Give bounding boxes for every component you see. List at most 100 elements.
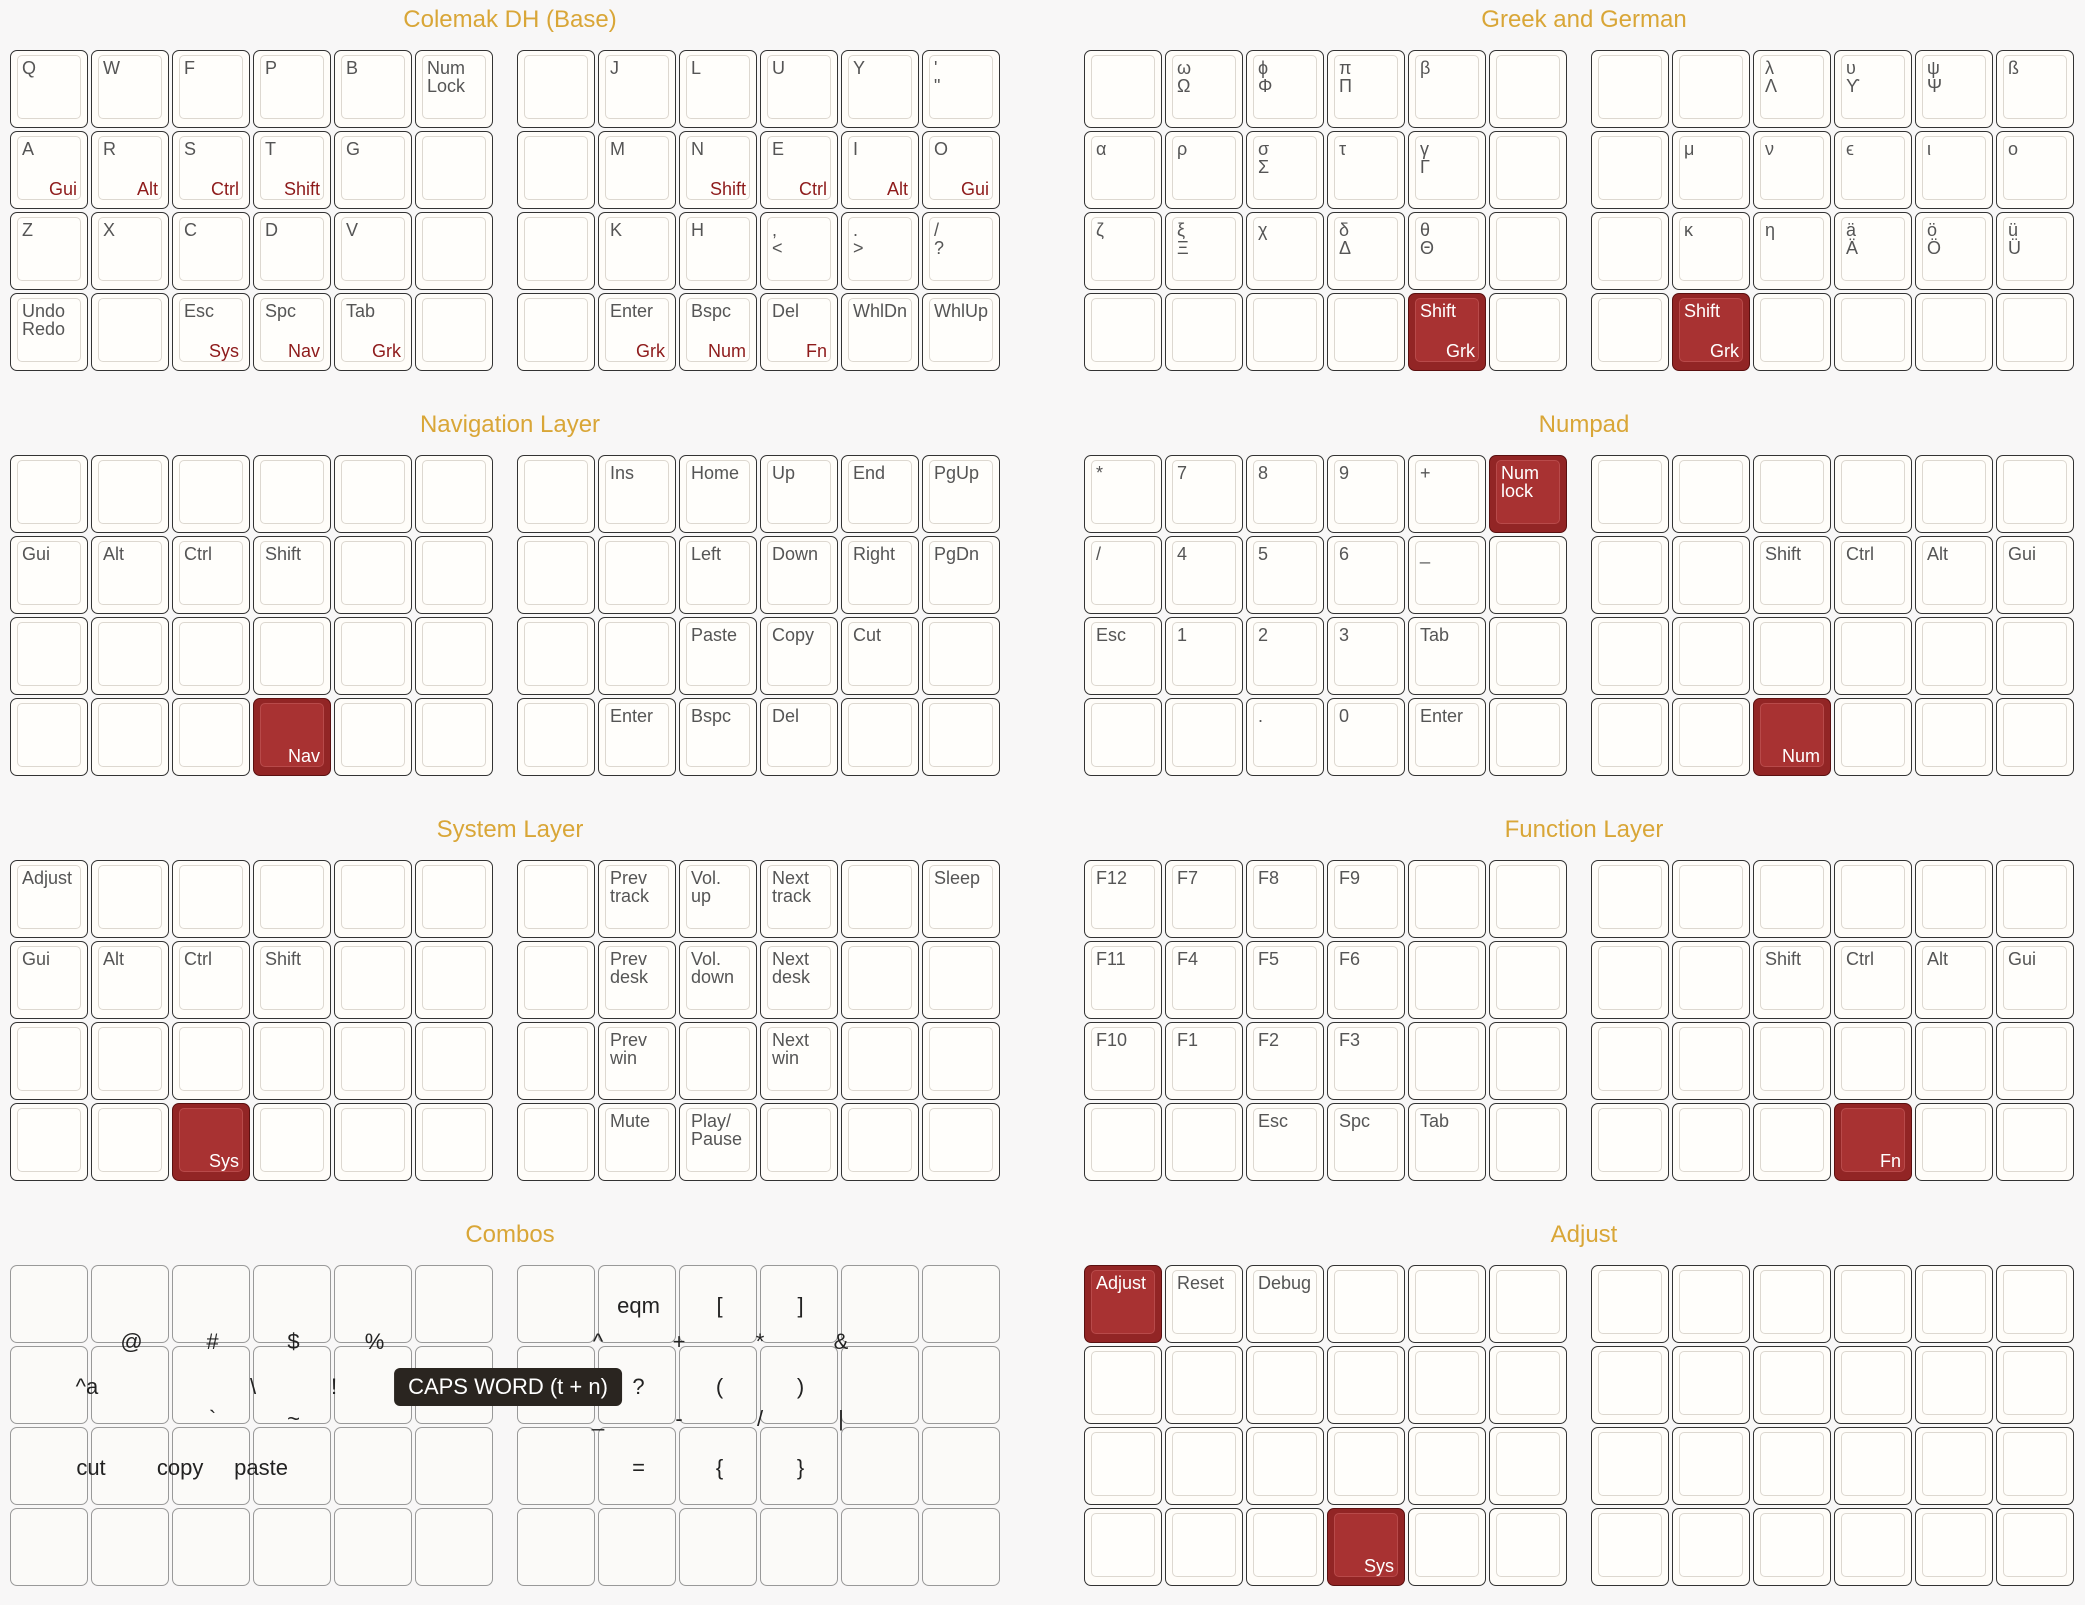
key[interactable]: Sleep (922, 860, 1000, 938)
key[interactable] (1591, 617, 1669, 695)
key[interactable]: , < (760, 212, 838, 290)
key[interactable]: ü Ü (1996, 212, 2074, 290)
key[interactable] (10, 1022, 88, 1100)
key[interactable]: W (91, 50, 169, 128)
key[interactable] (1672, 941, 1750, 1019)
key[interactable] (679, 1022, 757, 1100)
key[interactable] (1591, 1346, 1669, 1424)
key[interactable]: Gui (1996, 536, 2074, 614)
key[interactable]: Alt (91, 536, 169, 614)
key[interactable] (1246, 1508, 1324, 1586)
key[interactable] (1489, 1265, 1567, 1343)
key[interactable]: Mute (598, 1103, 676, 1181)
key[interactable]: 6 (1327, 536, 1405, 614)
key[interactable]: Ctrl (1834, 536, 1912, 614)
key[interactable]: ω Ω (1165, 50, 1243, 128)
key[interactable]: δ Δ (1327, 212, 1405, 290)
key[interactable]: μ (1672, 131, 1750, 209)
key[interactable] (1753, 1427, 1831, 1505)
key[interactable]: Enter (1408, 698, 1486, 776)
key[interactable]: Num lock (1489, 455, 1567, 533)
key[interactable]: F7 (1165, 860, 1243, 938)
key[interactable] (1084, 293, 1162, 371)
key[interactable] (1408, 1265, 1486, 1343)
key[interactable] (1672, 1427, 1750, 1505)
key[interactable]: 0 (1327, 698, 1405, 776)
key[interactable]: ν (1753, 131, 1831, 209)
key[interactable]: _ (1408, 536, 1486, 614)
key[interactable]: Nav (253, 698, 331, 776)
key[interactable]: Fn (1834, 1103, 1912, 1181)
key[interactable]: Alt (1915, 941, 1993, 1019)
key[interactable] (1915, 1508, 1993, 1586)
key[interactable] (415, 1103, 493, 1181)
key[interactable]: Ctrl (1834, 941, 1912, 1019)
key[interactable] (415, 698, 493, 776)
key[interactable] (1672, 455, 1750, 533)
key[interactable]: F10 (1084, 1022, 1162, 1100)
key[interactable] (334, 698, 412, 776)
key[interactable]: ξ Ξ (1165, 212, 1243, 290)
key[interactable]: Esc (1084, 617, 1162, 695)
key[interactable] (841, 1103, 919, 1181)
key[interactable] (760, 1103, 838, 1181)
key[interactable]: F1 (1165, 1022, 1243, 1100)
key[interactable] (334, 455, 412, 533)
key[interactable]: Alt (91, 941, 169, 1019)
key[interactable]: Right (841, 536, 919, 614)
key[interactable] (517, 1103, 595, 1181)
key[interactable]: Del Fn (760, 293, 838, 371)
key[interactable] (172, 698, 250, 776)
key[interactable]: End (841, 455, 919, 533)
key[interactable] (517, 941, 595, 1019)
key[interactable]: T Shift (253, 131, 331, 209)
key[interactable] (1996, 617, 2074, 695)
key[interactable] (1672, 536, 1750, 614)
key[interactable]: F (172, 50, 250, 128)
key[interactable] (415, 1022, 493, 1100)
key[interactable] (415, 212, 493, 290)
key[interactable] (10, 455, 88, 533)
key[interactable] (1672, 860, 1750, 938)
key[interactable]: WhlUp (922, 293, 1000, 371)
key[interactable]: Paste (679, 617, 757, 695)
key[interactable] (922, 1022, 1000, 1100)
key[interactable] (598, 617, 676, 695)
key[interactable] (91, 455, 169, 533)
key[interactable] (517, 860, 595, 938)
key[interactable] (415, 536, 493, 614)
key[interactable] (1753, 1022, 1831, 1100)
key[interactable] (1591, 1022, 1669, 1100)
key[interactable] (1084, 1508, 1162, 1586)
key[interactable]: 2 (1246, 617, 1324, 695)
key[interactable] (91, 1103, 169, 1181)
key[interactable]: J (598, 50, 676, 128)
key[interactable] (1084, 698, 1162, 776)
key[interactable] (1408, 941, 1486, 1019)
key[interactable]: Play/ Pause (679, 1103, 757, 1181)
key[interactable] (517, 617, 595, 695)
key[interactable]: B (334, 50, 412, 128)
key[interactable]: . (1246, 698, 1324, 776)
key[interactable]: Enter (598, 698, 676, 776)
key[interactable] (1996, 455, 2074, 533)
key[interactable]: Shift (1753, 941, 1831, 1019)
key[interactable] (172, 617, 250, 695)
key[interactable] (1834, 293, 1912, 371)
key[interactable] (91, 1022, 169, 1100)
key[interactable] (1489, 1508, 1567, 1586)
key[interactable]: I Alt (841, 131, 919, 209)
key[interactable]: WhlDn (841, 293, 919, 371)
key[interactable]: ' " (922, 50, 1000, 128)
key[interactable] (1165, 1427, 1243, 1505)
key[interactable] (1489, 1346, 1567, 1424)
key[interactable] (517, 131, 595, 209)
key[interactable]: Bspc Num (679, 293, 757, 371)
key[interactable]: F5 (1246, 941, 1324, 1019)
key[interactable] (1672, 50, 1750, 128)
key[interactable] (1408, 1022, 1486, 1100)
key[interactable] (91, 617, 169, 695)
key[interactable]: Ctrl (172, 941, 250, 1019)
key[interactable]: χ (1246, 212, 1324, 290)
key[interactable] (1915, 698, 1993, 776)
